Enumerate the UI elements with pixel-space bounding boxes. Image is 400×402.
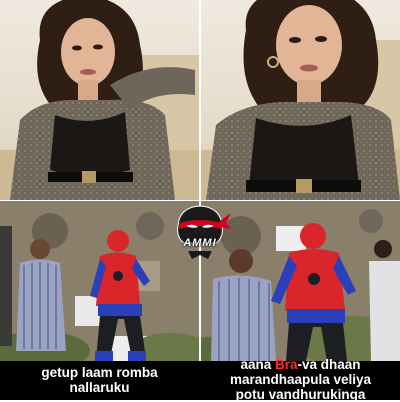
caption-left: getup laam romba nallaruku [0, 365, 199, 395]
top-right-photo [201, 0, 400, 200]
vertical-divider [199, 0, 201, 361]
horizontal-divider [0, 200, 400, 201]
woman-portrait-icon [0, 0, 199, 200]
logo-text: AMMI [183, 237, 217, 249]
caption-right-line-1-pre: aana [240, 357, 275, 372]
caption-right-line-2: marandhaapula veliya [229, 372, 372, 387]
caption-right-line-1: aana Bra-va dhaan [201, 357, 400, 372]
ninja-mask-icon [177, 205, 231, 259]
meme-canvas: AMMI getup laam romba nallaruku aana Bra… [0, 0, 400, 402]
caption-right: aana Bra-va dhaan marandhaapula veliya p… [201, 357, 400, 402]
ammi-logo: AMMI [168, 203, 232, 263]
woman-portrait-zoomed-icon [201, 0, 400, 200]
caption-highlight-word: Bra [274, 357, 298, 372]
top-left-photo [0, 0, 199, 200]
caption-left-line-1: getup laam romba [41, 365, 158, 380]
caption-left-line-2: nallaruku [69, 380, 130, 395]
caption-right-line-1-post: -va dhaan [297, 357, 361, 372]
